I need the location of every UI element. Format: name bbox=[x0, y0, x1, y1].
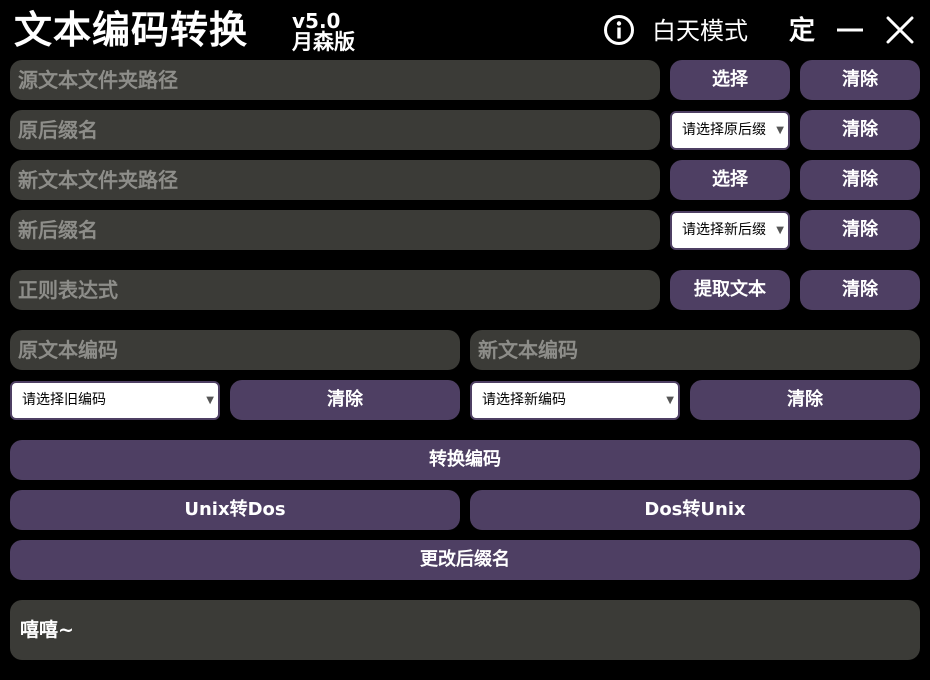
app-version: v5.0 bbox=[292, 9, 341, 33]
clear-new-suffix-button[interactable]: 清除 bbox=[800, 210, 920, 250]
new-suffix-select-value: 请选择新后缀 bbox=[682, 222, 766, 238]
dos-to-unix-button[interactable]: Dos转Unix bbox=[470, 490, 920, 530]
theme-mode-toggle[interactable]: 白天模式 bbox=[652, 14, 748, 48]
unix-to-dos-button[interactable]: Unix转Dos bbox=[10, 490, 460, 530]
source-folder-field[interactable]: 源文本文件夹路径 bbox=[10, 60, 660, 100]
log-text: 嘻嘻~ bbox=[20, 619, 74, 641]
new-suffix-select[interactable]: 请选择新后缀 ▼ bbox=[670, 211, 790, 250]
old-suffix-field[interactable]: 原后缀名 bbox=[10, 110, 660, 150]
convert-encoding-button[interactable]: 转换编码 bbox=[10, 440, 920, 480]
chevron-down-icon: ▼ bbox=[776, 225, 784, 236]
log-output: 嘻嘻~ bbox=[10, 600, 920, 660]
old-encoding-select[interactable]: 请选择旧编码 ▼ bbox=[10, 381, 220, 420]
new-suffix-field[interactable]: 新后缀名 bbox=[10, 210, 660, 250]
minimize-icon[interactable] bbox=[834, 14, 866, 46]
clear-new-folder-button[interactable]: 清除 bbox=[800, 160, 920, 200]
new-encoding-select[interactable]: 请选择新编码 ▼ bbox=[470, 381, 680, 420]
change-suffix-button[interactable]: 更改后缀名 bbox=[10, 540, 920, 580]
extract-text-button[interactable]: 提取文本 bbox=[670, 270, 790, 310]
old-suffix-select-value: 请选择原后缀 bbox=[682, 122, 766, 138]
chevron-down-icon: ▼ bbox=[666, 395, 674, 406]
clear-new-encoding-button[interactable]: 清除 bbox=[690, 380, 920, 420]
info-icon[interactable] bbox=[603, 14, 635, 46]
app-author: 月森版 bbox=[292, 30, 355, 54]
clear-old-encoding-button[interactable]: 清除 bbox=[230, 380, 460, 420]
app-title: 文本编码转换 bbox=[14, 8, 249, 52]
close-icon[interactable] bbox=[884, 14, 916, 46]
pin-button[interactable]: 定 bbox=[786, 14, 818, 48]
select-new-folder-button[interactable]: 选择 bbox=[670, 160, 790, 200]
old-encoding-select-value: 请选择旧编码 bbox=[22, 392, 106, 408]
chevron-down-icon: ▼ bbox=[206, 395, 214, 406]
select-source-folder-button[interactable]: 选择 bbox=[670, 60, 790, 100]
new-encoding-field[interactable]: 新文本编码 bbox=[470, 330, 920, 370]
clear-source-folder-button[interactable]: 清除 bbox=[800, 60, 920, 100]
regex-field[interactable]: 正则表达式 bbox=[10, 270, 660, 310]
new-folder-field[interactable]: 新文本文件夹路径 bbox=[10, 160, 660, 200]
new-encoding-select-value: 请选择新编码 bbox=[482, 392, 566, 408]
old-suffix-select[interactable]: 请选择原后缀 ▼ bbox=[670, 111, 790, 150]
old-encoding-field[interactable]: 原文本编码 bbox=[10, 330, 460, 370]
clear-old-suffix-button[interactable]: 清除 bbox=[800, 110, 920, 150]
clear-regex-button[interactable]: 清除 bbox=[800, 270, 920, 310]
chevron-down-icon: ▼ bbox=[776, 125, 784, 136]
